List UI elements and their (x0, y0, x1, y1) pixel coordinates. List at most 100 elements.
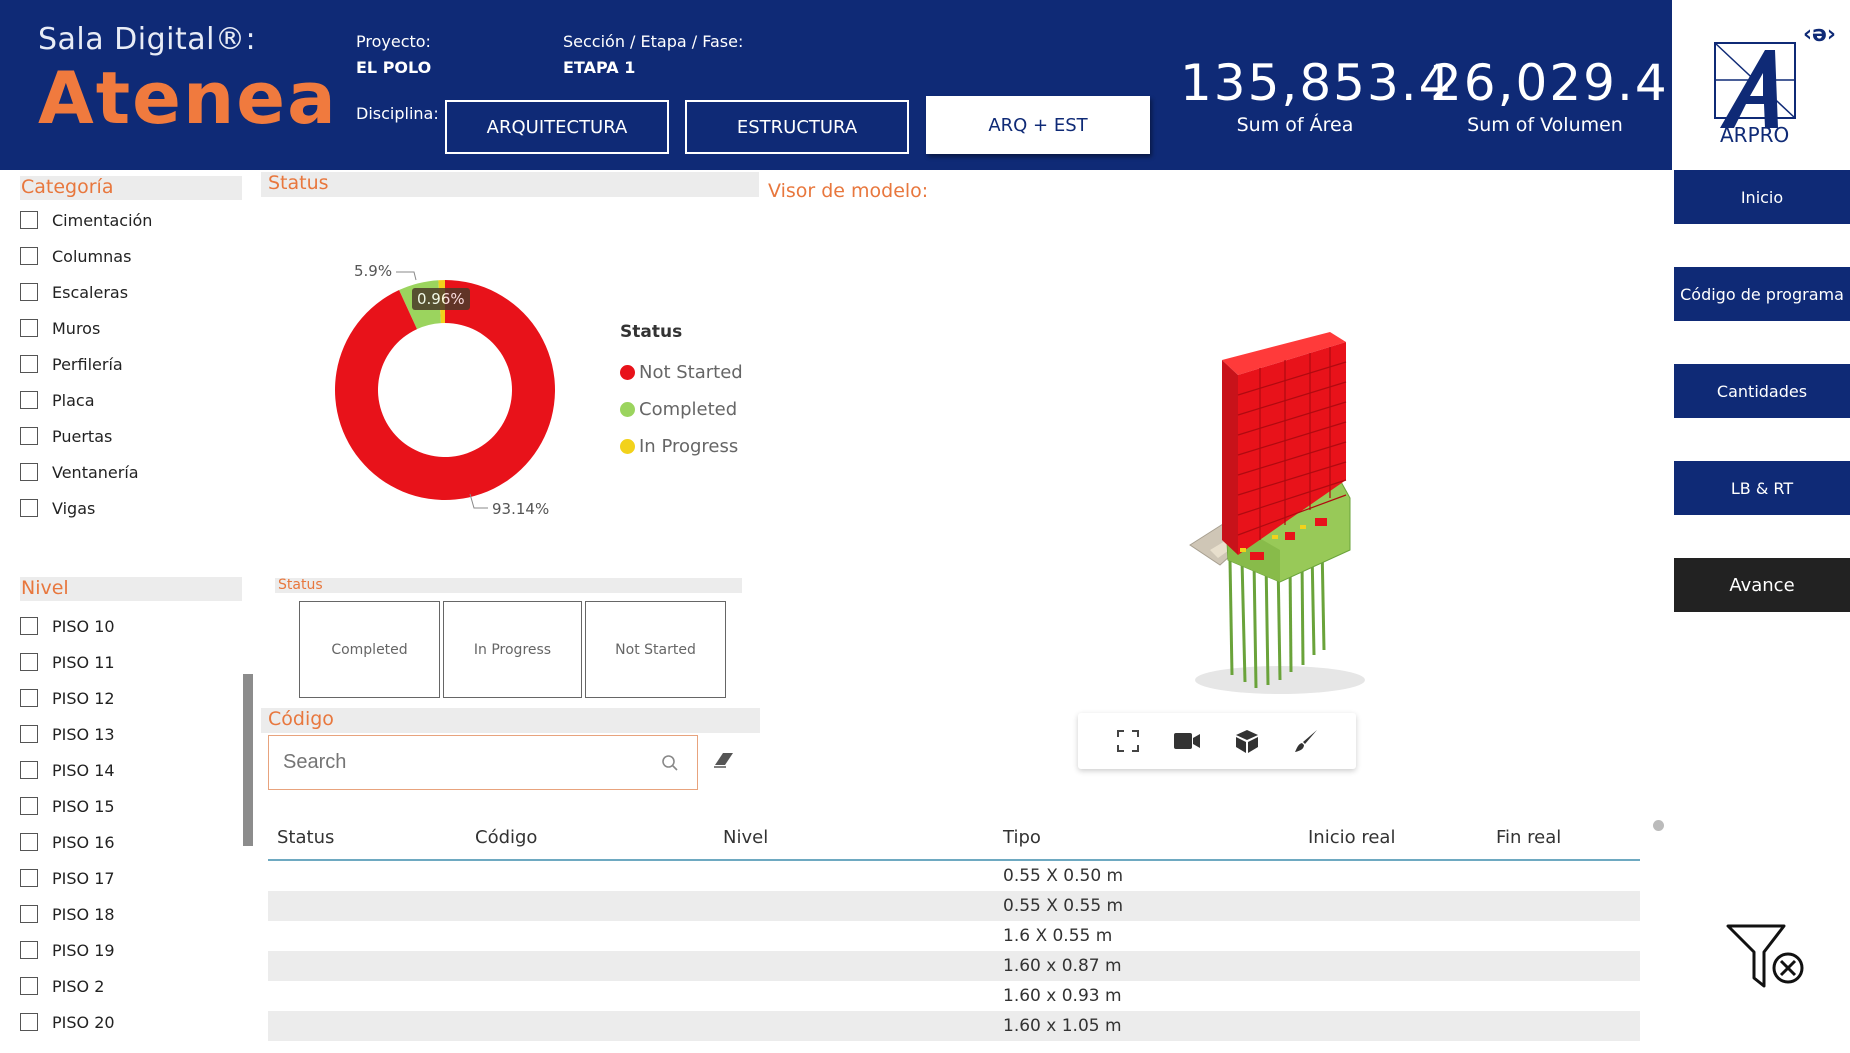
nivel-item[interactable]: PISO 2 (20, 968, 115, 1004)
checkbox[interactable] (20, 355, 38, 373)
checkbox[interactable] (20, 869, 38, 887)
checkbox[interactable] (20, 977, 38, 995)
codigo-title: Código (261, 708, 760, 733)
checkbox[interactable] (20, 617, 38, 635)
checkbox[interactable] (20, 463, 38, 481)
disciplina-arq-est-button[interactable]: ARQ + EST (926, 96, 1150, 154)
nivel-item-label: PISO 19 (52, 940, 115, 960)
checkbox[interactable] (20, 797, 38, 815)
checkbox[interactable] (20, 283, 38, 301)
table-scroll-indicator[interactable] (1653, 820, 1664, 831)
checkbox[interactable] (20, 319, 38, 337)
donut-slice-not-started[interactable] (335, 280, 555, 500)
checkbox[interactable] (20, 761, 38, 779)
checkbox[interactable] (20, 833, 38, 851)
checkbox[interactable] (20, 905, 38, 923)
checkbox[interactable] (20, 941, 38, 959)
nivel-item-label: PISO 20 (52, 1012, 115, 1032)
column-header[interactable]: Nivel (723, 827, 768, 848)
codigo-search-input[interactable] (283, 751, 643, 774)
categoria-item[interactable]: Muros (20, 310, 152, 346)
categoria-item[interactable]: Perfilería (20, 346, 152, 382)
column-header[interactable]: Código (475, 827, 537, 848)
table-row[interactable]: 1.6 X 0.55 m (268, 921, 1640, 951)
nav-cantidades-button[interactable]: Cantidades (1674, 364, 1850, 418)
checkbox[interactable] (20, 391, 38, 409)
legend-item-completed[interactable]: Completed (620, 391, 743, 428)
clear-filters-icon[interactable] (1726, 922, 1808, 994)
camera-icon[interactable] (1171, 725, 1203, 757)
nivel-item[interactable]: PISO 17 (20, 860, 115, 896)
building-3d-model[interactable] (1150, 320, 1410, 700)
nivel-item[interactable]: PISO 11 (20, 644, 115, 680)
legend-item-in-progress[interactable]: In Progress (620, 428, 743, 465)
nivel-scrollbar[interactable] (243, 674, 253, 846)
column-header[interactable]: Tipo (1003, 827, 1041, 848)
nivel-item-label: PISO 12 (52, 688, 115, 708)
kpi-area: 135,853.4 Sum of Área (1180, 54, 1450, 136)
nav-codigo-programa-button[interactable]: Código de programa (1674, 267, 1850, 321)
categoria-item[interactable]: Vigas (20, 490, 152, 526)
categoria-item[interactable]: Ventanería (20, 454, 152, 490)
legend-item-not-started[interactable]: Not Started (620, 354, 743, 391)
table-row[interactable]: 1.60 x 1.05 m (268, 1011, 1640, 1041)
disciplina-arquitectura-button[interactable]: ARQUITECTURA (445, 100, 669, 154)
status-in-progress-button[interactable]: In Progress (443, 601, 582, 698)
nivel-item[interactable]: PISO 16 (20, 824, 115, 860)
nivel-item[interactable]: PISO 12 (20, 680, 115, 716)
nav-lb-rt-button[interactable]: LB & RT (1674, 461, 1850, 515)
logo-area: ‹ə› ARPRO (1672, 0, 1850, 170)
kpi-volumen-label: Sum of Volumen (1467, 114, 1623, 136)
categoria-item[interactable]: Escaleras (20, 274, 152, 310)
checkbox[interactable] (20, 653, 38, 671)
brand-title: Atenea (38, 56, 338, 140)
nivel-item[interactable]: PISO 20 (20, 1004, 115, 1040)
checkbox[interactable] (20, 689, 38, 707)
cube-icon[interactable] (1231, 725, 1263, 757)
checkbox[interactable] (20, 427, 38, 445)
nivel-item-label: PISO 16 (52, 832, 115, 852)
checkbox[interactable] (20, 1013, 38, 1031)
nivel-item[interactable]: PISO 19 (20, 932, 115, 968)
categoria-item[interactable]: Placa (20, 382, 152, 418)
nivel-item[interactable]: PISO 18 (20, 896, 115, 932)
nav-inicio-button[interactable]: Inicio (1674, 170, 1850, 224)
nav-avance-button[interactable]: Avance (1674, 558, 1850, 612)
kpi-area-label: Sum of Área (1236, 114, 1354, 136)
categoria-item-label: Perfilería (52, 354, 123, 374)
checkbox[interactable] (20, 247, 38, 265)
checkbox[interactable] (20, 211, 38, 229)
table-row[interactable]: 1.60 x 0.93 m (268, 981, 1640, 1011)
status-completed-button[interactable]: Completed (299, 601, 440, 698)
nivel-item[interactable]: PISO 15 (20, 788, 115, 824)
fullscreen-icon[interactable] (1112, 725, 1144, 757)
categoria-item[interactable]: Cimentación (20, 202, 152, 238)
eraser-icon[interactable] (712, 749, 736, 769)
nivel-item[interactable]: PISO 10 (20, 608, 115, 644)
table-row[interactable]: 1.60 x 0.87 m (268, 951, 1640, 981)
disciplina-estructura-button[interactable]: ESTRUCTURA (685, 100, 909, 154)
column-header[interactable]: Fin real (1496, 827, 1561, 848)
status-not-started-button[interactable]: Not Started (585, 601, 726, 698)
checkbox[interactable] (20, 499, 38, 517)
categoria-item[interactable]: Columnas (20, 238, 152, 274)
arpro-logo-text: ARPRO (1720, 123, 1789, 147)
nivel-list: PISO 10 PISO 11 PISO 12 PISO 13 PISO 14 … (20, 608, 115, 1040)
checkbox[interactable] (20, 725, 38, 743)
categoria-item[interactable]: Puertas (20, 418, 152, 454)
table-row[interactable]: 0.55 X 0.55 m (268, 891, 1640, 921)
column-header[interactable]: Status (277, 827, 334, 848)
status-filter-title: Status (275, 578, 742, 593)
categoria-item-label: Columnas (52, 246, 132, 266)
legend-label: Completed (639, 399, 738, 420)
paintbrush-icon[interactable] (1290, 725, 1322, 757)
nivel-item-label: PISO 17 (52, 868, 115, 888)
nivel-item[interactable]: PISO 14 (20, 752, 115, 788)
nivel-item-label: PISO 18 (52, 904, 115, 924)
search-icon[interactable] (661, 754, 679, 772)
table-row[interactable]: 0.55 X 0.50 m (268, 861, 1640, 891)
categoria-item-label: Cimentación (52, 210, 153, 230)
nivel-item[interactable]: PISO 13 (20, 716, 115, 752)
kpi-volumen: 26,029.4 Sum of Volumen (1430, 54, 1667, 136)
column-header[interactable]: Inicio real (1308, 827, 1395, 848)
